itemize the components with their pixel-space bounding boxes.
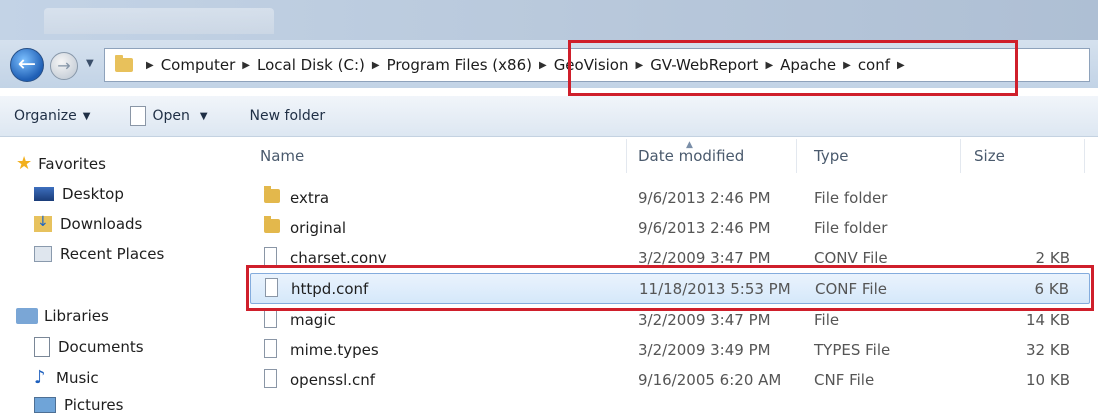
organize-button[interactable]: Organize ▼	[14, 108, 90, 124]
file-date: 9/16/2005 6:20 AM	[638, 371, 782, 389]
nav-documents-label: Documents	[58, 338, 144, 356]
nav-desktop[interactable]: Desktop	[34, 185, 124, 203]
new-folder-button[interactable]: New folder	[250, 108, 326, 124]
breadcrumb-computer[interactable]: Computer	[161, 56, 236, 74]
nav-music-label: Music	[56, 368, 99, 387]
nav-downloads-label: Downloads	[60, 215, 143, 233]
breadcrumb-separator-icon[interactable]: ▶	[372, 60, 380, 71]
file-row-original[interactable]: original 9/6/2013 2:46 PM File folder	[250, 213, 1090, 244]
libraries-icon	[16, 308, 38, 324]
file-type: File folder	[814, 219, 888, 237]
file-size: 14 KB	[1026, 311, 1070, 329]
nav-music[interactable]: ♪ Music	[34, 367, 99, 388]
breadcrumb-program-files[interactable]: Program Files (x86)	[387, 56, 532, 74]
file-row-extra[interactable]: extra 9/6/2013 2:46 PM File folder	[250, 183, 1090, 214]
folder-icon	[115, 55, 133, 72]
file-size: 10 KB	[1026, 371, 1070, 389]
breadcrumb-separator-icon[interactable]: ▶	[242, 60, 250, 71]
nav-libraries[interactable]: Libraries	[16, 307, 109, 325]
breadcrumb-separator-icon[interactable]: ▶	[146, 60, 154, 71]
column-divider[interactable]	[1084, 139, 1085, 173]
pictures-icon	[34, 397, 56, 413]
command-toolbar: Organize ▼ Open ▼ New folder	[0, 96, 1098, 137]
file-name: magic	[290, 311, 336, 329]
nav-recent-places[interactable]: Recent Places	[34, 245, 164, 263]
folder-icon	[264, 186, 280, 203]
address-highlight-box	[568, 40, 1018, 96]
file-date: 9/6/2013 2:46 PM	[638, 189, 771, 207]
column-header-type[interactable]: Type	[814, 147, 848, 165]
navigation-pane: ★ Favorites Desktop Downloads Recent Pla…	[0, 137, 232, 414]
nav-desktop-label: Desktop	[62, 185, 124, 203]
file-type: TYPES File	[814, 341, 891, 359]
column-header-name[interactable]: Name	[260, 147, 304, 165]
nav-recent-label: Recent Places	[60, 245, 165, 263]
file-name: openssl.cnf	[290, 371, 376, 389]
file-icon	[264, 309, 277, 328]
chevron-down-icon: ▼	[82, 110, 91, 122]
file-date: 3/2/2009 3:47 PM	[638, 311, 771, 329]
column-header-size[interactable]: Size	[974, 147, 1005, 165]
column-header-date-modified[interactable]: Date modified	[638, 147, 744, 165]
recent-pages-dropdown-icon[interactable]: ▼	[86, 58, 100, 74]
downloads-icon	[34, 214, 52, 232]
file-list-header: ▲ Name Date modified Type Size	[250, 137, 1098, 177]
file-type: File	[814, 311, 840, 329]
file-date: 9/6/2013 2:46 PM	[638, 219, 771, 237]
open-button[interactable]: Open ▼	[130, 106, 208, 126]
file-icon	[264, 339, 277, 358]
documents-icon	[34, 337, 50, 357]
window-tab[interactable]	[44, 8, 274, 34]
chevron-down-icon[interactable]: ▼	[200, 111, 208, 122]
nav-favorites[interactable]: ★ Favorites	[16, 153, 106, 174]
file-icon	[264, 369, 277, 388]
file-row-openssl-cnf[interactable]: openssl.cnf 9/16/2005 6:20 AM CNF File 1…	[250, 365, 1090, 396]
open-label: Open	[152, 108, 190, 124]
column-divider[interactable]	[796, 139, 797, 173]
document-icon	[130, 106, 147, 126]
column-divider[interactable]	[960, 139, 961, 173]
nav-downloads[interactable]: Downloads	[34, 214, 143, 233]
file-name: mime.types	[290, 341, 379, 359]
back-arrow-icon: ←	[17, 52, 37, 77]
file-name: extra	[290, 189, 330, 207]
file-size: 32 KB	[1026, 341, 1070, 359]
organize-label: Organize	[14, 108, 77, 124]
window-title-bar	[0, 0, 1098, 40]
file-type: CNF File	[814, 371, 875, 389]
file-date: 3/2/2009 3:49 PM	[638, 341, 771, 359]
nav-libraries-label: Libraries	[44, 307, 109, 325]
music-note-icon: ♪	[34, 367, 46, 388]
file-row-mime-types[interactable]: mime.types 3/2/2009 3:49 PM TYPES File 3…	[250, 335, 1090, 366]
file-name: original	[290, 219, 347, 237]
file-type: File folder	[814, 189, 888, 207]
folder-icon	[264, 216, 280, 233]
breadcrumb-local-disk[interactable]: Local Disk (C:)	[257, 56, 365, 74]
nav-favorites-label: Favorites	[38, 154, 106, 173]
column-divider[interactable]	[626, 139, 627, 173]
recent-places-icon	[34, 246, 52, 262]
back-button[interactable]: ←	[10, 48, 44, 82]
nav-documents[interactable]: Documents	[34, 337, 144, 357]
nav-pictures-label: Pictures	[64, 396, 124, 414]
star-icon: ★	[16, 153, 33, 174]
desktop-icon	[34, 187, 54, 201]
forward-button[interactable]: →	[50, 52, 78, 80]
nav-pictures[interactable]: Pictures	[34, 396, 123, 414]
file-icon	[264, 247, 277, 266]
forward-arrow-icon: →	[57, 56, 71, 75]
selected-file-highlight-box	[246, 265, 1094, 311]
breadcrumb-separator-icon[interactable]: ▶	[539, 60, 547, 71]
new-folder-label: New folder	[249, 108, 326, 124]
